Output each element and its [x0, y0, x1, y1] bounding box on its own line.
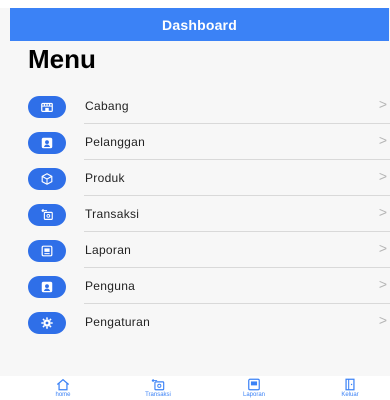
tab-keluar[interactable]: Keluar — [320, 378, 380, 399]
menu-item-label: Laporan — [85, 243, 132, 257]
bottom-tab-bar: home Transaksi Laporan Keluar — [0, 376, 390, 400]
tab-label: Keluar — [341, 392, 359, 398]
menu-item-label: Penguna — [85, 279, 136, 293]
transaction-icon — [28, 204, 66, 226]
chevron-right-icon: > — [378, 204, 387, 220]
customer-icon — [28, 132, 66, 154]
chevron-right-icon: > — [378, 312, 387, 328]
tab-home[interactable]: home — [33, 378, 93, 399]
tab-label: Transaksi — [145, 392, 171, 398]
app-screen: Dashboard Menu Cabang > Pelanggan > Prod… — [0, 0, 390, 400]
menu-item-pelanggan[interactable]: Pelanggan > — [0, 124, 390, 160]
tab-label: home — [55, 392, 71, 398]
chevron-right-icon: > — [378, 240, 387, 256]
logout-icon — [345, 378, 355, 391]
chevron-right-icon: > — [378, 168, 387, 184]
app-header: Dashboard — [10, 8, 389, 41]
menu-item-cabang[interactable]: Cabang > — [0, 88, 390, 124]
menu-item-pengaturan[interactable]: Pengaturan > — [0, 304, 390, 340]
tab-laporan[interactable]: Laporan — [224, 378, 284, 399]
gear-icon — [28, 312, 66, 334]
menu-item-transaksi[interactable]: Transaksi > — [0, 196, 390, 232]
menu-item-label: Cabang — [85, 99, 129, 113]
menu-item-penguna[interactable]: Penguna > — [0, 268, 390, 304]
tab-transaksi[interactable]: Transaksi — [128, 378, 188, 399]
menu-item-label: Pelanggan — [85, 135, 146, 149]
tab-label: Laporan — [242, 392, 266, 398]
menu-item-label: Produk — [85, 171, 125, 185]
page-title: Menu — [28, 44, 96, 74]
header-title: Dashboard — [162, 16, 237, 33]
home-icon — [56, 378, 70, 391]
menu-item-produk[interactable]: Produk > — [0, 160, 390, 196]
box-icon — [28, 168, 66, 190]
menu-item-label: Pengaturan — [85, 315, 151, 329]
chevron-right-icon: > — [378, 276, 387, 292]
menu-item-label: Transaksi — [85, 207, 140, 221]
chevron-right-icon: > — [378, 96, 387, 112]
store-icon — [28, 96, 66, 118]
transaction-icon — [151, 379, 165, 391]
menu-item-laporan[interactable]: Laporan > — [0, 232, 390, 268]
status-strip — [0, 0, 390, 8]
menu-list: Cabang > Pelanggan > Produk > Transaksi — [0, 88, 390, 340]
user-icon — [28, 276, 66, 298]
report-icon — [28, 240, 66, 262]
chevron-right-icon: > — [378, 132, 387, 148]
report-icon — [248, 378, 260, 391]
